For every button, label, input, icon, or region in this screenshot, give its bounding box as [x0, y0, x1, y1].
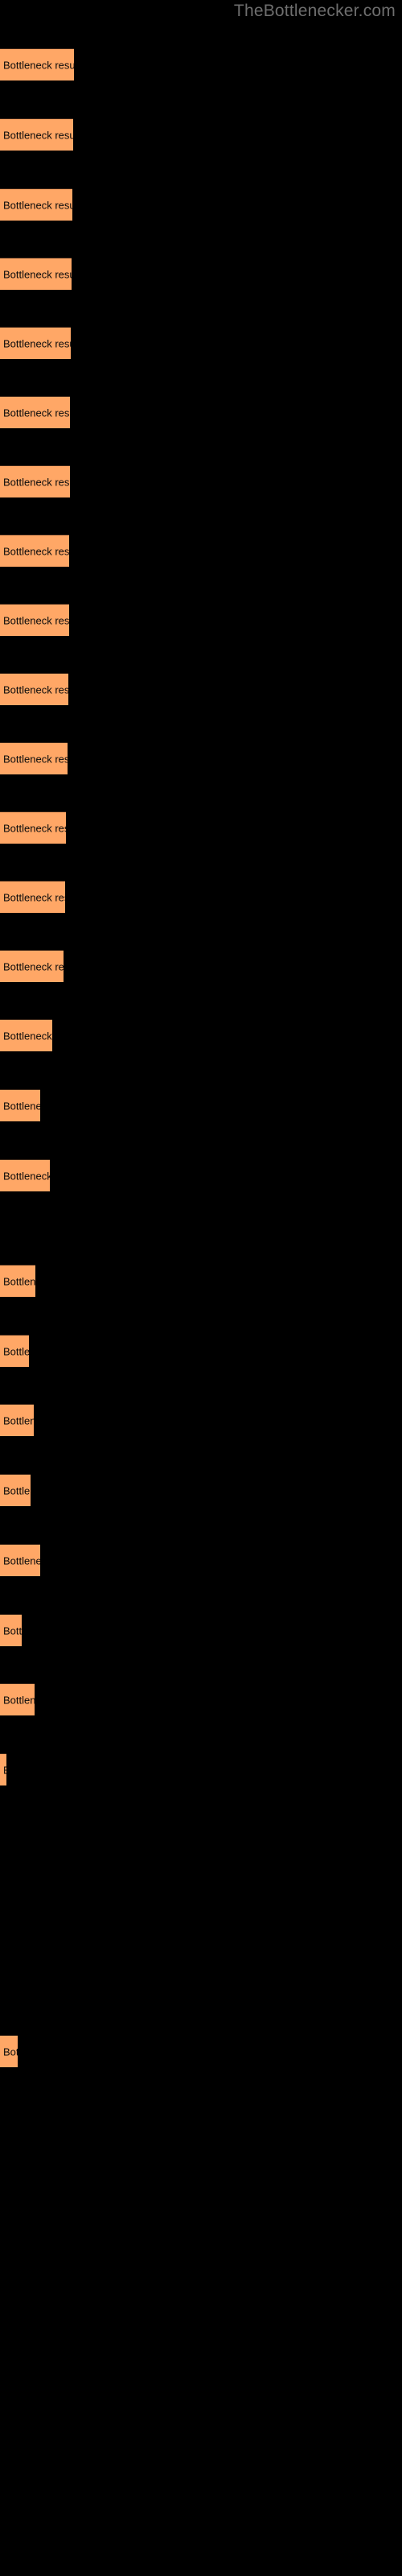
table-row: Bottleneck result — [0, 48, 402, 80]
bar-segment[interactable]: Bottleneck result — [0, 327, 71, 359]
bar-label: Bottleneck result — [3, 1694, 35, 1706]
site-watermark: TheBottlenecker.com — [233, 2, 396, 20]
table-row: Bottleneck result — [0, 1335, 402, 1367]
table-row: Bottleneck result — [0, 1404, 402, 1436]
bar-label: Bottleneck result — [3, 1624, 22, 1637]
bar-segment[interactable]: Bottleneck result — [0, 188, 72, 221]
bar-label: Bottleneck result — [3, 545, 69, 557]
bar-segment[interactable]: Bottleneck result — [0, 881, 65, 913]
bar-segment[interactable]: Bottleneck result — [0, 465, 70, 497]
table-row: Bottleneck result — [0, 327, 402, 359]
bar-segment[interactable]: Bottleneck result — [0, 673, 68, 705]
bar-label: Bottleneck result — [3, 129, 73, 141]
bar-label: Bottleneck result — [3, 960, 64, 972]
bar-label: Bottleneck result — [3, 199, 72, 211]
bar-segment[interactable]: Bottleneck result — [0, 1265, 35, 1297]
bar-segment[interactable]: Bottleneck result — [0, 1544, 40, 1576]
table-row: Bottleneck result — [0, 258, 402, 290]
table-row: Bottleneck result — [0, 1753, 402, 1785]
bar-segment[interactable]: Bottleneck result — [0, 258, 72, 290]
bar-label: Bottleneck result — [3, 822, 66, 834]
table-row: Bottleneck result — [0, 950, 402, 982]
bar-segment[interactable]: Bottleneck result — [0, 811, 66, 844]
bar-label: Bottleneck result — [3, 1414, 34, 1426]
bar-segment[interactable]: Bottleneck result — [0, 950, 64, 982]
table-row: Bottleneck result — [0, 1019, 402, 1051]
table-row: Bottleneck result — [0, 1474, 402, 1506]
table-row: Bottleneck result — [0, 1159, 402, 1191]
bar-label: Bottleneck result — [3, 1100, 40, 1112]
table-row: Bottleneck result — [0, 535, 402, 567]
bar-label: Bottleneck result — [3, 476, 70, 488]
bar-segment[interactable]: Bottleneck result — [0, 1335, 29, 1367]
bar-segment[interactable]: Bottleneck result — [0, 1614, 22, 1646]
table-row: Bottleneck result — [0, 604, 402, 636]
table-row: Bottleneck result — [0, 396, 402, 428]
bar-segment[interactable]: Bottleneck result — [0, 118, 73, 151]
bar-label: Bottleneck result — [3, 1345, 29, 1357]
bar-segment[interactable]: Bottleneck result — [0, 2035, 18, 2067]
bar-segment[interactable]: Bottleneck result — [0, 1019, 52, 1051]
bar-segment[interactable]: Bottleneck result — [0, 396, 70, 428]
table-row: Bottleneck result — [0, 118, 402, 151]
bar-segment[interactable]: Bottleneck result — [0, 604, 69, 636]
table-row: Bottleneck result — [0, 1614, 402, 1646]
bar-label: Bottleneck result — [3, 59, 74, 71]
bar-label: Bottleneck result — [3, 614, 69, 626]
table-row: Bottleneck result — [0, 673, 402, 705]
bar-label: Bottleneck result — [3, 753, 68, 765]
table-row: Bottleneck result — [0, 881, 402, 913]
bar-label: Bottleneck result — [3, 1554, 40, 1567]
bar-label: Bottleneck result — [3, 891, 65, 903]
bar-label: Bottleneck result — [3, 1030, 52, 1042]
table-row: Bottleneck result — [0, 465, 402, 497]
bar-label: Bottleneck result — [3, 1275, 35, 1287]
table-row: Bottleneck result — [0, 1089, 402, 1121]
bar-segment[interactable]: Bottleneck result — [0, 742, 68, 774]
bar-segment[interactable]: Bottleneck result — [0, 1089, 40, 1121]
bar-label: Bottleneck result — [3, 1484, 31, 1496]
bar-label: Bottleneck result — [3, 407, 70, 419]
bar-segment[interactable]: Bottleneck result — [0, 1683, 35, 1715]
bottleneck-bar-chart: TheBottlenecker.com Bottleneck result Bot… — [0, 0, 402, 2576]
table-row: Bottleneck result — [0, 1683, 402, 1715]
bar-label: Bottleneck result — [3, 683, 68, 696]
table-row: Bottleneck result — [0, 1544, 402, 1576]
table-row: Bottleneck result — [0, 742, 402, 774]
bar-segment[interactable]: Bottleneck result — [0, 1474, 31, 1506]
table-row: Bottleneck result — [0, 2035, 402, 2067]
bar-segment[interactable]: Bottleneck result — [0, 1404, 34, 1436]
bar-segment[interactable]: Bottleneck result — [0, 1159, 50, 1191]
table-row: Bottleneck result — [0, 188, 402, 221]
bar-label: Bottleneck result — [3, 268, 72, 280]
bar-segment[interactable]: Bottleneck result — [0, 535, 69, 567]
table-row: Bottleneck result — [0, 811, 402, 844]
bar-segment[interactable]: Bottleneck result — [0, 1753, 6, 1785]
bar-label: Bottleneck result — [3, 2046, 18, 2058]
bar-segment[interactable]: Bottleneck result — [0, 48, 74, 80]
bar-label: Bottleneck result — [3, 1170, 50, 1182]
bar-label: Bottleneck result — [3, 337, 71, 349]
bar-label: Bottleneck result — [3, 1764, 6, 1776]
table-row: Bottleneck result — [0, 1265, 402, 1297]
